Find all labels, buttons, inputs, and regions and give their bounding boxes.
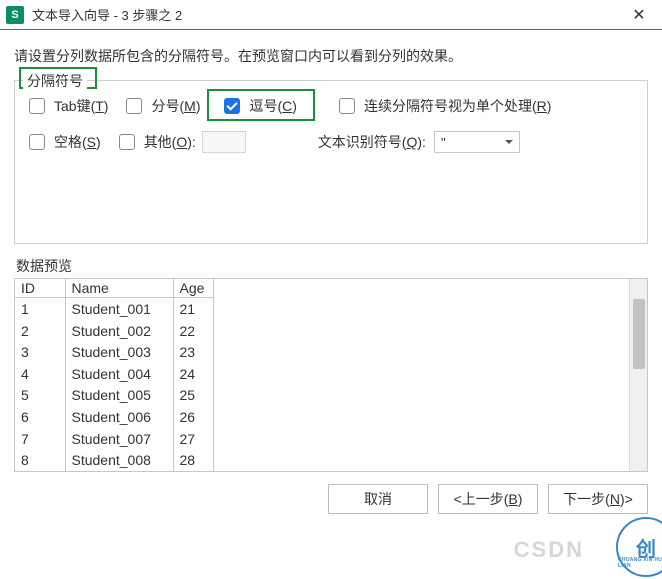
table-body: 1Student_00121 2Student_00222 3Student_0…: [15, 298, 213, 472]
text-qualifier-group: 文本识别符号(Q): ": [260, 131, 520, 153]
semicolon-checkbox[interactable]: [126, 98, 142, 114]
comma-label[interactable]: 逗号(C): [249, 96, 296, 116]
delimiters-legend: 分隔符号: [23, 71, 87, 91]
watermark-logo-icon: 创 CHUANG XIN HU LIAN: [616, 517, 662, 577]
scrollbar-thumb[interactable]: [633, 299, 645, 369]
close-icon: ✕: [632, 5, 645, 25]
preview-label: 数据预览: [16, 256, 648, 276]
window-title: 文本导入向导 - 3 步骤之 2: [32, 5, 182, 24]
content-area: 请设置分列数据所包含的分隔符号。在预览窗口内可以看到分列的效果。 分隔符号 Ta…: [0, 30, 662, 472]
cancel-button[interactable]: 取消: [328, 484, 428, 514]
space-checkbox[interactable]: [29, 134, 45, 150]
other-input[interactable]: [202, 131, 246, 153]
preview-scrollbar[interactable]: [629, 279, 647, 471]
other-checkbox[interactable]: [119, 134, 135, 150]
semicolon-checkbox-group: 分号(M): [122, 95, 200, 117]
app-icon: S: [6, 6, 24, 24]
delimiters-row-1: Tab键(T) 分号(M) 逗号(C) 连续分隔符号视为单个处理(R): [25, 95, 637, 117]
table-row: 2Student_00222: [15, 320, 213, 342]
preview-table: ID Name Age 1Student_00121 2Student_0022…: [15, 279, 214, 471]
titlebar: S 文本导入向导 - 3 步骤之 2 ✕: [0, 0, 662, 30]
comma-checkbox[interactable]: [224, 98, 240, 114]
consecutive-checkbox-group: 连续分隔符号视为单个处理(R): [335, 95, 551, 117]
instruction-text: 请设置分列数据所包含的分隔符号。在预览窗口内可以看到分列的效果。: [14, 46, 648, 66]
delimiters-fieldset: 分隔符号 Tab键(T) 分号(M) 逗号(C) 连续分隔符号视为单个处理(R): [14, 80, 648, 244]
footer-buttons: 取消 <上一步(B) 下一步(N)>: [0, 472, 662, 514]
tab-checkbox-group: Tab键(T): [25, 95, 108, 117]
table-header-row: ID Name Age: [15, 279, 213, 298]
col-id-header: ID: [15, 279, 65, 298]
tab-label[interactable]: Tab键(T): [54, 96, 108, 116]
table-row: 8Student_00828: [15, 449, 213, 471]
space-checkbox-group: 空格(S): [25, 131, 101, 153]
table-row: 5Student_00525: [15, 385, 213, 407]
table-row: 4Student_00424: [15, 363, 213, 385]
consecutive-checkbox[interactable]: [339, 98, 355, 114]
qualifier-label: 文本识别符号(Q):: [318, 132, 426, 152]
semicolon-label[interactable]: 分号(M): [151, 96, 200, 116]
delimiters-row-2: 空格(S) 其他(O): 文本识别符号(Q): ": [25, 131, 637, 153]
other-checkbox-group: 其他(O):: [115, 131, 246, 153]
qualifier-select[interactable]: ": [434, 131, 520, 153]
watermark: 创 CHUANG XIN HU LIAN: [602, 517, 662, 577]
back-button[interactable]: <上一步(B): [438, 484, 538, 514]
qualifier-value: ": [441, 135, 446, 150]
consecutive-label[interactable]: 连续分隔符号视为单个处理(R): [364, 96, 551, 116]
table-row: 1Student_00121: [15, 298, 213, 320]
table-row: 6Student_00626: [15, 406, 213, 428]
table-row: 7Student_00727: [15, 428, 213, 450]
comma-checkbox-group: 逗号(C): [220, 95, 296, 117]
close-button[interactable]: ✕: [616, 0, 662, 30]
next-button[interactable]: 下一步(N)>: [548, 484, 648, 514]
other-label[interactable]: 其他(O):: [144, 132, 196, 152]
watermark-text: CSDN: [514, 537, 584, 563]
space-label[interactable]: 空格(S): [54, 132, 101, 152]
col-name-header: Name: [65, 279, 173, 298]
titlebar-left: S 文本导入向导 - 3 步骤之 2: [6, 5, 182, 24]
preview-box: ID Name Age 1Student_00121 2Student_0022…: [14, 278, 648, 472]
tab-checkbox[interactable]: [29, 98, 45, 114]
preview-inner: ID Name Age 1Student_00121 2Student_0022…: [15, 279, 647, 471]
table-row: 3Student_00323: [15, 341, 213, 363]
col-age-header: Age: [173, 279, 213, 298]
